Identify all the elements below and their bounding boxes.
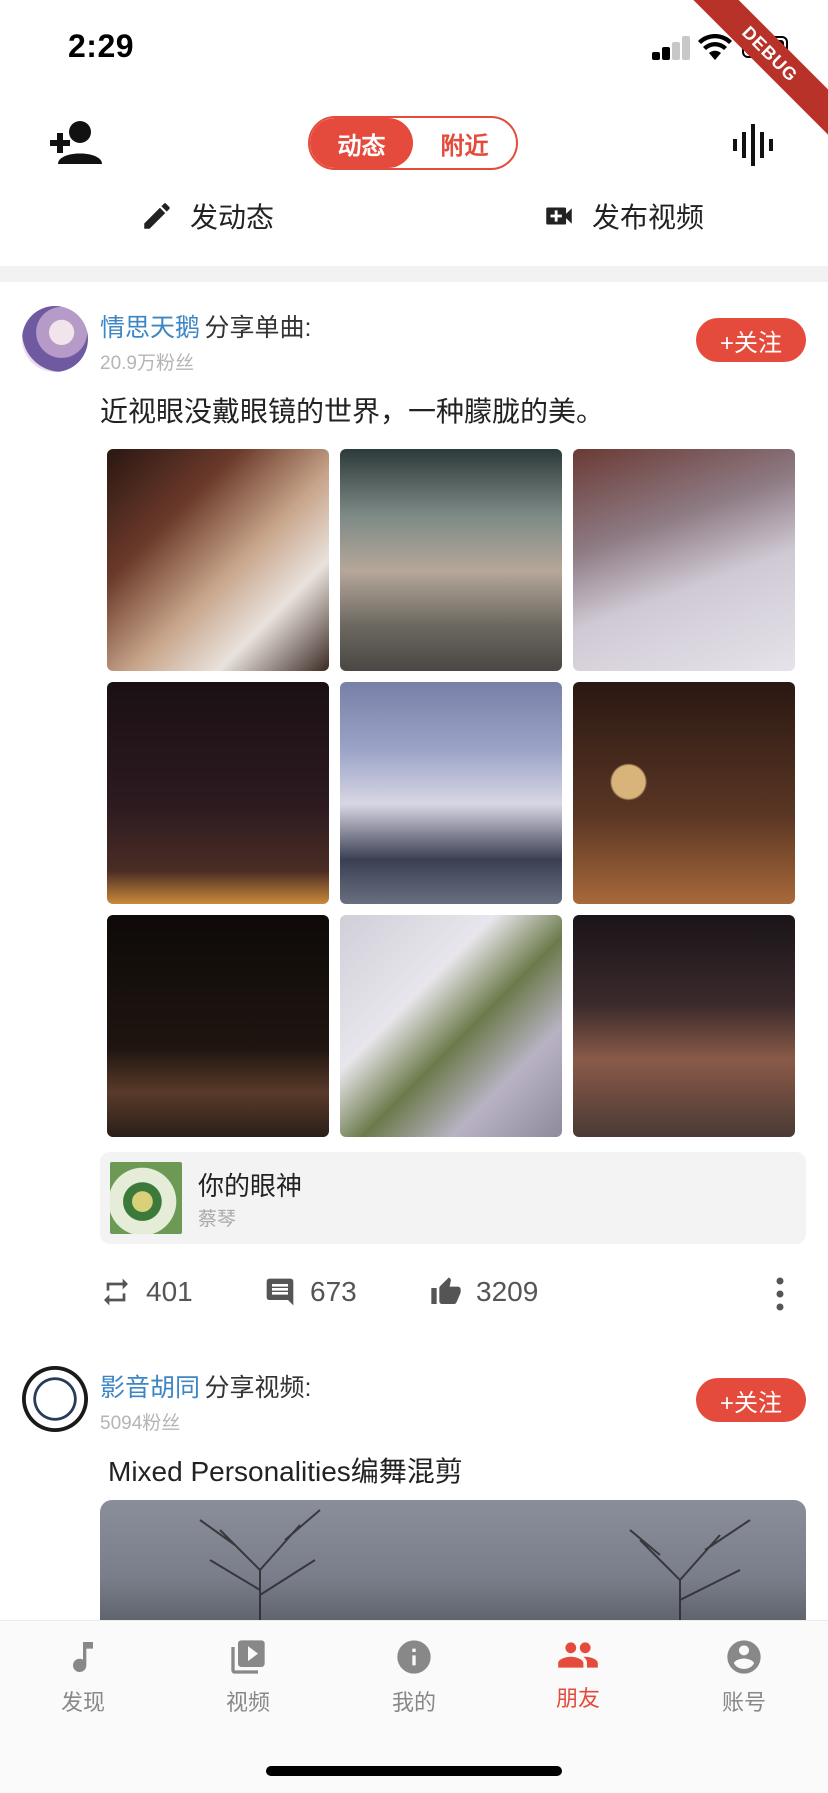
- avatar[interactable]: [22, 306, 88, 372]
- avatar[interactable]: [22, 1366, 88, 1432]
- post-video-label: 发布视频: [592, 202, 705, 233]
- share-type-label: 分享单曲:: [204, 314, 312, 342]
- nav-label: 视频: [225, 1690, 270, 1715]
- nav-label: 我的: [391, 1690, 436, 1715]
- song-title: 你的眼神: [198, 1171, 303, 1201]
- photo-thumbnail[interactable]: [340, 915, 562, 1137]
- account-circle-icon: [727, 1640, 761, 1674]
- post-moment-label: 发动态: [190, 202, 275, 233]
- video-library-icon: [231, 1640, 265, 1674]
- photo-thumbnail[interactable]: [573, 449, 795, 671]
- photo-thumbnail[interactable]: [573, 915, 795, 1137]
- music-card[interactable]: 你的眼神 蔡琴: [100, 1152, 806, 1244]
- nav-label: 朋友: [555, 1686, 600, 1711]
- photo-thumbnail[interactable]: [107, 449, 329, 671]
- music-note-icon: [73, 1642, 93, 1673]
- nav-item-video[interactable]: 视频: [188, 1637, 308, 1717]
- post-video-button[interactable]: 发布视频: [542, 196, 704, 236]
- post-text: Mixed Personalities编舞混剪: [108, 1456, 463, 1487]
- tab-moments[interactable]: 动态: [310, 118, 413, 168]
- video-thumbnail[interactable]: [100, 1500, 806, 1630]
- photo-grid: [107, 449, 799, 1137]
- fans-count: 20.9万粉丝: [100, 353, 194, 374]
- tree-silhouette: [199, 1509, 751, 1630]
- home-indicator: [266, 1766, 562, 1776]
- thumb-up-icon: [431, 1277, 461, 1304]
- song-artist: 蔡琴: [198, 1209, 237, 1230]
- info-icon: [397, 1640, 431, 1674]
- section-divider: [0, 266, 828, 282]
- wifi-icon: [698, 34, 732, 60]
- post-text: 近视眼没戴眼镜的世界，一种朦胧的美。: [100, 396, 605, 427]
- video-add-icon: [546, 207, 572, 225]
- photo-thumbnail[interactable]: [340, 682, 562, 904]
- username[interactable]: 情思天鹅: [100, 314, 200, 342]
- cellular-signal-icon: [652, 36, 690, 60]
- tab-nearby[interactable]: 附近: [413, 118, 516, 168]
- repeat-icon: [104, 1278, 128, 1306]
- follow-button[interactable]: +关注: [696, 1378, 806, 1422]
- person-add-icon[interactable]: [48, 120, 104, 166]
- username[interactable]: 影音胡同: [100, 1374, 200, 1402]
- edit-icon: [144, 203, 170, 229]
- nav-item-account[interactable]: 账号: [684, 1637, 804, 1717]
- nav-item-friends[interactable]: 朋友: [518, 1637, 638, 1713]
- fans-count: 5094粉丝: [100, 1413, 181, 1434]
- comment-count: 673: [310, 1276, 357, 1307]
- more-vert-icon[interactable]: [766, 1276, 794, 1312]
- share-type-label: 分享视频:: [204, 1374, 312, 1402]
- photo-thumbnail[interactable]: [107, 915, 329, 1137]
- comment-button[interactable]: 673: [264, 1276, 357, 1308]
- photo-thumbnail[interactable]: [340, 449, 562, 671]
- nav-item-discover[interactable]: 发现: [23, 1637, 143, 1717]
- feed-tab-switch: 动态 附近: [308, 116, 518, 170]
- album-cover: [110, 1162, 182, 1234]
- status-time: 2:29: [68, 28, 135, 64]
- like-button[interactable]: 3209: [430, 1276, 538, 1308]
- photo-thumbnail[interactable]: [107, 682, 329, 904]
- repost-button[interactable]: 401: [100, 1276, 193, 1308]
- sound-wave-icon[interactable]: [730, 122, 776, 168]
- people-icon: [558, 1642, 598, 1668]
- photo-thumbnail[interactable]: [573, 682, 795, 904]
- post-moment-button[interactable]: 发动态: [140, 196, 274, 236]
- repost-count: 401: [146, 1276, 193, 1307]
- nav-label: 发现: [60, 1690, 105, 1715]
- like-count: 3209: [476, 1276, 539, 1307]
- comment-icon: [266, 1278, 294, 1306]
- nav-item-mine[interactable]: 我的: [354, 1637, 474, 1717]
- nav-label: 账号: [721, 1690, 766, 1715]
- follow-button[interactable]: +关注: [696, 318, 806, 362]
